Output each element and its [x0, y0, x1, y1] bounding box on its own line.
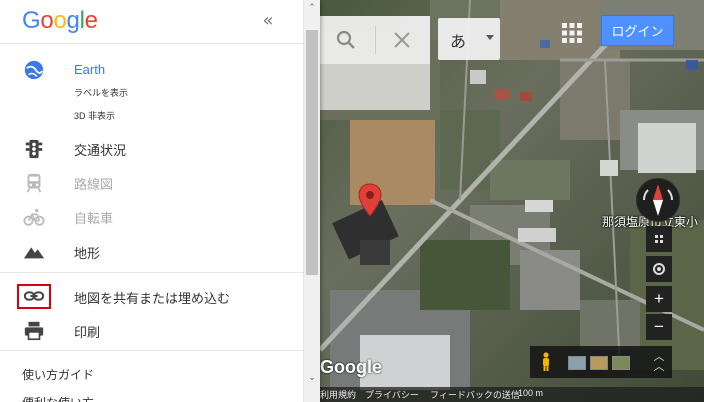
logo-letter: g	[66, 7, 80, 34]
layer-label: 路線図	[74, 177, 114, 192]
print-icon	[24, 321, 44, 341]
privacy-link[interactable]: プライバシー	[365, 388, 419, 401]
print-item[interactable]: 印刷	[0, 316, 303, 346]
location-icon	[653, 263, 665, 275]
terrain-icon	[23, 247, 45, 259]
input-method-button[interactable]: あ	[438, 18, 500, 60]
guide-link[interactable]: 使い方ガイド	[22, 366, 94, 383]
apps-grid-icon[interactable]	[561, 22, 583, 44]
map-controls: + −	[646, 226, 672, 342]
search-icon[interactable]	[334, 28, 358, 52]
layer-label: 地形	[74, 246, 101, 261]
highlight-box	[17, 284, 51, 309]
imagery-thumbnail[interactable]	[590, 356, 608, 370]
expand-chevron-icon[interactable]: ︿ ︿	[652, 351, 666, 372]
grid-icon	[655, 235, 663, 243]
google-logo: Google	[22, 7, 98, 35]
tips-link[interactable]: 便利な使い方	[22, 394, 94, 402]
logo-letter: e	[84, 7, 98, 34]
zoom-in-button[interactable]: +	[646, 286, 672, 312]
share-label: 地図を共有または埋め込む	[74, 291, 231, 306]
scrollbar-thumb[interactable]	[306, 30, 318, 275]
imagery-thumbnail[interactable]	[568, 356, 586, 370]
imagery-thumbnail[interactable]	[612, 356, 630, 370]
search-suggestion-area	[320, 64, 430, 110]
menu-divider	[0, 272, 303, 273]
map-footer: 利用規約 プライバシー フィードバックの送信 100 m	[320, 387, 704, 402]
pegman-icon[interactable]	[540, 352, 552, 372]
scrollbar[interactable]: ⌃ ⌄	[303, 0, 320, 402]
earth-label: Earth	[74, 62, 106, 77]
close-icon[interactable]	[390, 28, 414, 52]
collapse-menu-icon[interactable]: «	[256, 10, 280, 34]
terms-link[interactable]: 利用規約	[320, 388, 356, 401]
my-location-button[interactable]	[646, 256, 672, 282]
google-watermark: Google	[320, 357, 382, 377]
street-view-panel: ︿ ︿	[530, 346, 672, 378]
compass-icon[interactable]	[636, 178, 680, 222]
scroll-down-icon[interactable]: ⌄	[304, 370, 320, 387]
chevron-down-icon	[486, 35, 494, 40]
earth-toggle[interactable]: Earth	[0, 55, 303, 85]
train-icon	[26, 173, 42, 193]
side-menu: Google « Earth ラベルを表示 3D 非表示 交通状況 路線図 自転…	[0, 0, 320, 402]
layer-transit[interactable]: 路線図	[0, 168, 303, 198]
layer-traffic[interactable]: 交通状況	[0, 134, 303, 164]
layer-label: 自転車	[74, 211, 114, 226]
show-labels-option[interactable]: ラベルを表示	[74, 86, 128, 99]
scroll-up-icon[interactable]: ⌃	[304, 0, 320, 17]
input-method-label: あ	[450, 32, 467, 51]
traffic-light-icon	[25, 139, 43, 159]
feedback-link[interactable]: フィードバックの送信	[430, 388, 520, 401]
tilt-button[interactable]	[646, 226, 672, 252]
logo-letter: o	[53, 7, 67, 34]
menu-divider	[0, 350, 303, 351]
search-box[interactable]	[320, 16, 430, 64]
layer-terrain[interactable]: 地形	[0, 237, 303, 267]
earth-icon	[24, 60, 44, 80]
logo-letter: o	[40, 7, 54, 34]
search-divider	[375, 26, 376, 54]
layer-label: 交通状況	[74, 143, 127, 158]
logo-letter: G	[22, 7, 41, 34]
side-menu-header: Google «	[0, 0, 303, 44]
login-button[interactable]: ログイン	[601, 15, 674, 46]
scale-label: 100 m	[518, 388, 544, 398]
disable-3d-option[interactable]: 3D 非表示	[74, 109, 115, 122]
map-pin-icon[interactable]	[358, 183, 382, 217]
layer-bicycle[interactable]: 自転車	[0, 202, 303, 232]
print-label: 印刷	[74, 325, 101, 340]
zoom-out-button[interactable]: −	[646, 314, 672, 340]
bicycle-icon	[23, 208, 45, 226]
